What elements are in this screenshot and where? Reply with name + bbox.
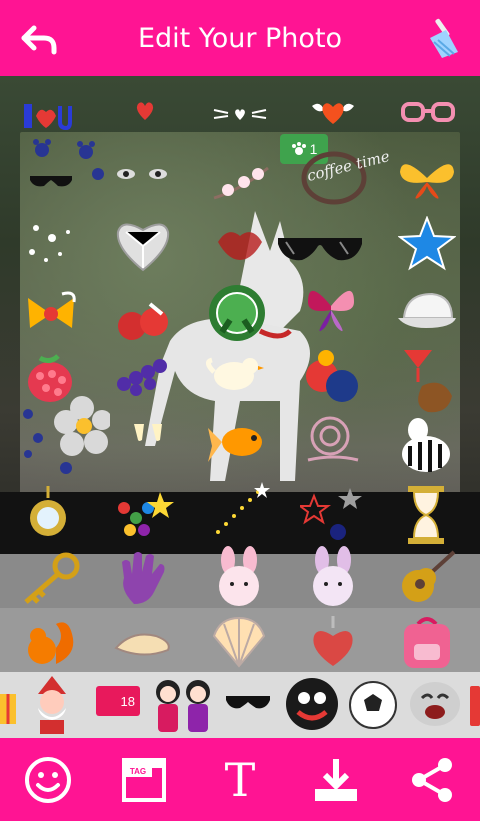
- back-arrow-icon[interactable]: [20, 20, 60, 60]
- strawberries-sticker[interactable]: [112, 300, 176, 344]
- kokeshi-dolls-category-icon[interactable]: [150, 674, 216, 734]
- white-cap-sticker[interactable]: [396, 288, 458, 336]
- zebra-sticker[interactable]: [396, 416, 458, 478]
- share-icon: [412, 757, 452, 802]
- scallop-shell-sticker-option[interactable]: [210, 614, 268, 670]
- download-icon: [315, 758, 357, 801]
- grapes-sticker[interactable]: [114, 354, 174, 400]
- bird-sticker[interactable]: [204, 352, 266, 396]
- guitar-sticker-option[interactable]: [396, 550, 456, 608]
- small-heart-sticker[interactable]: [132, 98, 158, 124]
- text-tool-button[interactable]: T: [210, 750, 270, 810]
- blue-paw-prints-sticker[interactable]: [30, 136, 100, 166]
- flower-sticker[interactable]: [20, 394, 110, 476]
- cat-whiskers-sticker[interactable]: [212, 104, 268, 126]
- pink-glasses-sticker[interactable]: [400, 100, 456, 126]
- squirrel-sticker-option[interactable]: [20, 614, 80, 668]
- tag-count: 18: [120, 693, 135, 709]
- fruit-sticker[interactable]: [300, 346, 362, 408]
- sparkles-sticker[interactable]: [22, 218, 80, 274]
- black-sunglasses-eyes-sticker[interactable]: [90, 164, 170, 186]
- pendant-sticker[interactable]: [26, 484, 70, 546]
- save-tool-button[interactable]: [306, 750, 366, 810]
- tag-frame-icon: [122, 757, 166, 802]
- big-sunglasses-sticker[interactable]: [276, 232, 364, 266]
- app-header: Edit Your Photo: [0, 0, 480, 76]
- tag-count-badge[interactable]: 18: [96, 686, 140, 716]
- soccer-ball-category-icon[interactable]: [348, 680, 398, 730]
- toast-glasses-sticker[interactable]: [130, 420, 166, 454]
- flower-branch-sticker[interactable]: [210, 162, 272, 204]
- blue-star-sticker[interactable]: [398, 216, 456, 272]
- ribbon-bow-sticker[interactable]: [22, 288, 80, 340]
- pink-backpack-sticker-option[interactable]: [398, 612, 456, 672]
- santa-category-icon[interactable]: [24, 674, 80, 734]
- share-tool-button[interactable]: [402, 750, 462, 810]
- winged-heart-sticker[interactable]: [310, 94, 356, 126]
- black-smiley-category-icon[interactable]: [284, 676, 340, 732]
- yellow-butterfly-sticker[interactable]: [396, 152, 458, 204]
- diamond-heart-sticker[interactable]: [112, 216, 174, 274]
- the-best-badge-sticker[interactable]: [206, 282, 268, 344]
- sunglasses-category-icon[interactable]: [224, 694, 272, 714]
- cocktail-squirrel-sticker[interactable]: [392, 346, 458, 416]
- pink-bunny-sticker-option[interactable]: [210, 546, 268, 608]
- text-icon: T: [224, 752, 256, 807]
- gift-box-category-icon[interactable]: [0, 682, 18, 728]
- i-love-you-sticker[interactable]: [22, 98, 72, 134]
- shell-sticker-option[interactable]: [112, 628, 174, 660]
- mini-sunglasses-sticker[interactable]: [28, 172, 74, 190]
- page-title: Edit Your Photo: [137, 22, 343, 54]
- red-lips-sticker[interactable]: [214, 220, 266, 266]
- heart-pendant-sticker-option[interactable]: [304, 614, 362, 670]
- smiley-icon: [25, 756, 71, 803]
- tag-tool-button[interactable]: TAG: [114, 750, 174, 810]
- purple-handprint-sticker-option[interactable]: [114, 550, 172, 608]
- goldfish-sticker[interactable]: [206, 416, 270, 472]
- more-stickers-edge-icon[interactable]: [468, 684, 480, 728]
- snail-sticker[interactable]: [304, 410, 362, 472]
- gems-sticker[interactable]: [112, 488, 176, 540]
- stars-outline-sticker[interactable]: [300, 486, 366, 542]
- crying-face-category-icon[interactable]: [408, 680, 462, 728]
- bottom-toolbar: TAG T: [0, 738, 480, 821]
- photo-canvas[interactable]: 1 coffee time: [0, 76, 480, 554]
- tag-tool-label: TAG: [124, 765, 152, 777]
- hourglass-sticker[interactable]: [404, 484, 448, 546]
- golden-key-sticker-option[interactable]: [20, 552, 80, 608]
- broom-icon[interactable]: [420, 16, 464, 60]
- purple-bunny-sticker-option[interactable]: [304, 546, 362, 608]
- butterfly-sticker[interactable]: [302, 276, 360, 338]
- sticker-tool-button[interactable]: [18, 750, 78, 810]
- sparkle-trail-sticker[interactable]: [212, 480, 270, 538]
